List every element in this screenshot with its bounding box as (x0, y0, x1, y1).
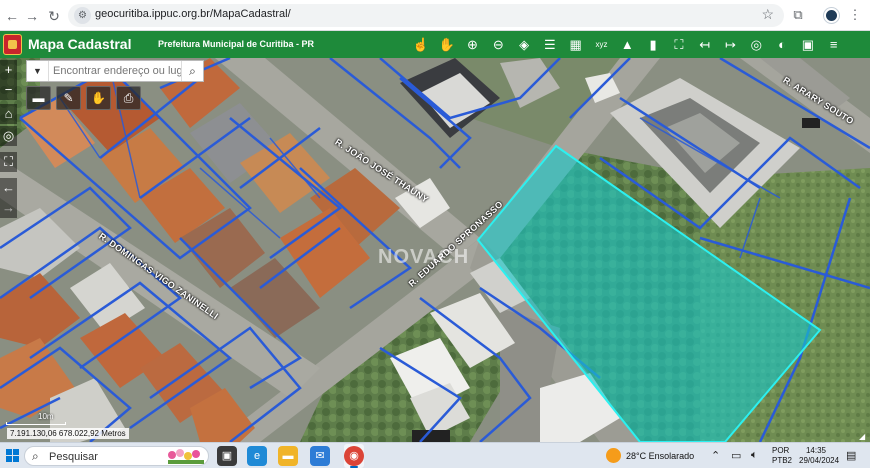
reload-button[interactable]: ↻ (44, 6, 64, 26)
edge-icon[interactable]: e (247, 446, 267, 466)
address-bar[interactable]: ⚙ geocuritiba.ippuc.org.br/MapaCadastral… (68, 4, 784, 27)
windows-start-icon[interactable] (6, 449, 19, 462)
app-subtitle: Prefeitura Municipal de Curitiba - PR (158, 39, 315, 49)
browser-toolbar: ← → ↻ ⚙ geocuritiba.ippuc.org.br/MapaCad… (0, 0, 870, 31)
keyboard-language[interactable]: POR PTB2 (772, 446, 792, 466)
zoom-in-tool[interactable]: ⊕ (460, 31, 486, 58)
grid-tool[interactable]: ▦ (563, 31, 589, 58)
fullscreen-tool[interactable]: ⛶ (666, 31, 692, 58)
scale-bar (6, 422, 66, 425)
sun-icon[interactable] (606, 448, 621, 463)
clock-date: 29/04/2024 (799, 456, 840, 465)
speaker-icon[interactable]: 🔈︎ (751, 449, 758, 462)
clock-time: 14:35 (805, 446, 827, 455)
layers-tool[interactable]: ◈ (511, 31, 537, 58)
scale-label: 10m (38, 412, 54, 421)
mail-icon[interactable]: ✉ (310, 446, 330, 466)
bookmark-tool[interactable]: ▮ (640, 31, 666, 58)
url-text[interactable]: geocuritiba.ippuc.org.br/MapaCadastral/ (95, 8, 291, 20)
login-tool[interactable]: ↤ (692, 31, 718, 58)
more-menu-icon[interactable]: ⋮ (845, 5, 865, 25)
avatar[interactable] (824, 8, 839, 23)
chrome-icon[interactable]: ◉ (344, 446, 364, 466)
zoom-out-tool[interactable]: ⊖ (485, 31, 511, 58)
locate-icon[interactable]: ◎ (0, 126, 17, 146)
weather-status[interactable]: 28°C Ensolarado (626, 451, 694, 461)
watermark: NOVACH (378, 246, 470, 268)
menu-tool[interactable]: ≡ (821, 31, 847, 58)
education-tool[interactable]: ▲ (614, 31, 640, 58)
search-icon: ⌕ (32, 449, 39, 463)
star-icon[interactable]: ☆ (761, 6, 774, 23)
monitor-icon[interactable]: ▭ (731, 449, 741, 462)
measure-tool[interactable]: ▬ (26, 86, 51, 110)
print-tool[interactable]: ⎙ (116, 86, 141, 110)
logout-tool[interactable]: ↦ (718, 31, 744, 58)
resize-corner-icon[interactable]: ◢ (859, 432, 867, 441)
pan-tool[interactable]: ✋ (434, 31, 460, 58)
notification-icon[interactable]: ▤ (846, 449, 856, 462)
chevron-up-icon[interactable]: ⌃ (711, 449, 720, 462)
taskbar-search[interactable]: ⌕ Pesquisar (24, 446, 209, 466)
curitiba-logo (3, 34, 22, 55)
app-header: Mapa Cadastral Prefeitura Municipal de C… (0, 31, 870, 58)
forward-button[interactable]: → (22, 6, 42, 26)
identify-tool[interactable]: ☝ (408, 31, 434, 58)
file-explorer-icon[interactable]: ▬ (278, 446, 298, 466)
legend-tool[interactable]: ☰ (537, 31, 563, 58)
zoom-controls: + − ⌂ ◎ ⛶ ← → (0, 58, 17, 218)
draw-tool[interactable]: ✎ (56, 86, 81, 110)
system-clock[interactable]: 14:35 29/04/2024 (799, 446, 840, 466)
address-search: ▼ ⌕ (26, 60, 204, 82)
app-title: Mapa Cadastral (28, 36, 132, 52)
search-icon[interactable]: ⌕ (181, 61, 203, 81)
keyboard-layout: PTB2 (772, 456, 793, 465)
chevron-down-icon[interactable]: ▼ (27, 61, 49, 81)
map-tool-buttons: ▬ ✎ ✋ ⎙ (26, 86, 141, 110)
language-code: POR (772, 446, 790, 455)
windows-taskbar: ⌕ Pesquisar ▣ e ▬ ✉ ◉ 28°C Ensolarado ⌃ … (0, 442, 870, 468)
full-extent-icon[interactable]: ⛶ (0, 152, 17, 172)
back-button[interactable]: ← (2, 6, 22, 26)
search-input[interactable] (53, 63, 181, 79)
flowers-icon (168, 449, 204, 464)
site-settings-icon[interactable]: ⚙ (74, 7, 91, 24)
task-view-icon[interactable]: ▣ (217, 446, 237, 466)
extensions-icon[interactable]: ⧉ (788, 5, 808, 25)
coordinates-tool[interactable]: xyz (589, 31, 615, 58)
map-view[interactable]: R. JOÃO JOSÉ THAUNY R. EDUARDO SPRONASSO… (0, 58, 870, 442)
zoom-in-button[interactable]: + (0, 60, 17, 80)
gallery-tool[interactable]: ▣ (795, 31, 821, 58)
previous-extent-icon[interactable]: ← (0, 178, 17, 198)
next-extent-icon[interactable]: → (0, 198, 17, 218)
taskbar-search-label: Pesquisar (49, 451, 98, 463)
map-toolbar: ☝ ✋ ⊕ ⊖ ◈ ☰ ▦ xyz ▲ ▮ ⛶ ↤ ↦ ◎ ◐ ▣ ≡ (408, 31, 847, 58)
target-tool[interactable]: ◎ (743, 31, 769, 58)
street-view-tool[interactable]: ✋ (86, 86, 111, 110)
globe-tool[interactable]: ◐ (769, 31, 795, 58)
home-icon[interactable]: ⌂ (0, 104, 17, 124)
zoom-out-button[interactable]: − (0, 80, 17, 100)
coordinate-readout: 7.191.130,06 678.022,92 Metros (7, 428, 129, 439)
